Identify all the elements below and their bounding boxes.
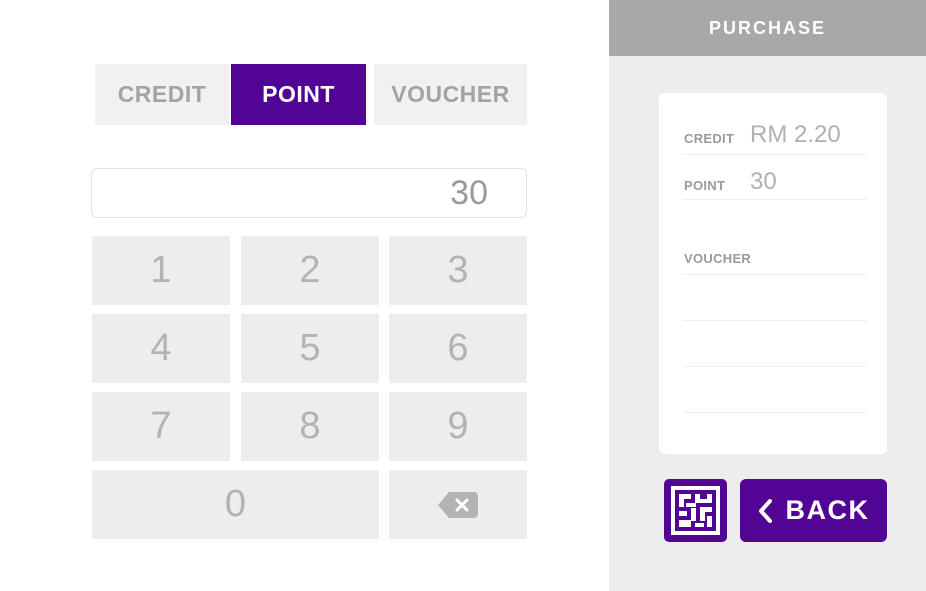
qr-scan-button[interactable] [664,479,727,542]
amount-input[interactable]: 30 [91,168,527,218]
chevron-left-icon [758,498,772,523]
amount-value: 30 [450,173,488,212]
divider [683,274,867,275]
tab-voucher[interactable]: VOUCHER [374,64,527,125]
key-4[interactable]: 4 [92,314,230,383]
voucher-label: VOUCHER [684,251,752,266]
divider [683,199,867,200]
purchase-panel: PURCHASE CREDIT RM 2.20 POINT 30 VOUCHER [609,0,926,591]
tab-point[interactable]: POINT [231,64,366,125]
qr-code-icon [671,486,720,535]
back-button[interactable]: BACK [740,479,887,542]
key-9[interactable]: 9 [389,392,527,461]
divider [683,412,867,413]
divider [683,366,867,367]
point-label: POINT [684,178,726,193]
key-6[interactable]: 6 [389,314,527,383]
credit-value: RM 2.20 [750,121,841,148]
backspace-icon [438,491,478,518]
key-3[interactable]: 3 [389,236,527,305]
payment-screen: CREDIT POINT VOUCHER 30 1 2 3 4 5 6 7 8 … [0,0,926,591]
backspace-button[interactable] [389,470,527,539]
panel-title: PURCHASE [609,0,926,56]
divider [683,320,867,321]
key-0[interactable]: 0 [92,470,379,539]
back-label: BACK [785,495,870,525]
purchase-summary: CREDIT RM 2.20 POINT 30 VOUCHER [659,93,887,454]
key-1[interactable]: 1 [92,236,230,305]
tab-credit[interactable]: CREDIT [95,64,229,125]
divider [683,154,867,155]
key-7[interactable]: 7 [92,392,230,461]
credit-label: CREDIT [684,131,735,146]
point-value: 30 [750,168,777,195]
key-2[interactable]: 2 [241,236,379,305]
key-5[interactable]: 5 [241,314,379,383]
key-8[interactable]: 8 [241,392,379,461]
